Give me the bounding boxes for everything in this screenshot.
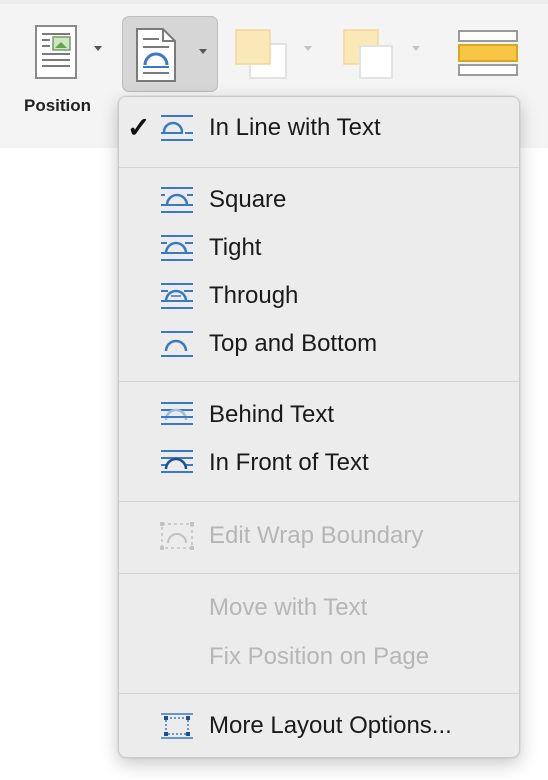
bring-forward-icon	[235, 29, 287, 79]
wrap-inline-icon	[161, 115, 193, 141]
menu-item-more-layout-options[interactable]: More Layout Options...	[119, 705, 519, 745]
menu-item-label: Fix Position on Page	[209, 643, 430, 670]
menu-separator	[119, 501, 519, 502]
menu-item-top-and-bottom[interactable]: Top and Bottom	[119, 323, 519, 363]
menu-item-label: Move with Text	[209, 594, 368, 621]
bring-forward-dropdown-arrow[interactable]	[304, 46, 312, 51]
menu-item-label: Through	[209, 282, 299, 309]
menu-item-label: In Front of Text	[209, 449, 369, 476]
position-dropdown-arrow[interactable]	[94, 46, 102, 51]
wrap-text-dropdown-arrow[interactable]	[199, 49, 207, 54]
wrap-tight-icon	[161, 235, 193, 261]
wrap-top-bottom-icon	[161, 331, 193, 357]
menu-item-label: Top and Bottom	[209, 330, 378, 357]
wrap-behind-icon	[161, 402, 193, 425]
selection-pane-icon	[458, 30, 518, 76]
wrap-through-icon	[161, 283, 193, 309]
menu-item-square[interactable]: Square	[119, 179, 519, 219]
position-icon	[35, 25, 77, 79]
wrap-front-icon	[161, 450, 193, 473]
menu-item-through[interactable]: Through	[119, 275, 519, 315]
layout-options-icon	[161, 713, 193, 739]
wrap-text-button[interactable]	[122, 16, 218, 92]
menu-separator	[119, 381, 519, 382]
send-backward-button[interactable]	[340, 26, 400, 87]
selection-pane-button[interactable]	[456, 28, 522, 87]
menu-item-in-line-with-text[interactable]: ✓ In Line with Text	[119, 107, 519, 147]
menu-item-label: Edit Wrap Boundary	[209, 522, 424, 549]
wrap-text-menu: ✓ In Line with Text Square Tight Through…	[118, 96, 520, 758]
menu-item-label: Tight	[209, 234, 262, 261]
checkmark-icon: ✓	[127, 112, 151, 143]
menu-item-move-with-text[interactable]: Move with Text	[119, 587, 519, 627]
menu-item-label: In Line with Text	[209, 114, 381, 141]
menu-item-label: Behind Text	[209, 401, 334, 428]
menu-item-fix-position-on-page[interactable]: Fix Position on Page	[119, 636, 519, 676]
menu-item-label: More Layout Options...	[209, 712, 452, 739]
menu-separator	[119, 693, 519, 694]
send-backward-dropdown-arrow[interactable]	[412, 46, 420, 51]
position-label: Position	[24, 96, 92, 115]
wrap-text-icon	[136, 28, 176, 82]
menu-item-tight[interactable]: Tight	[119, 227, 519, 267]
send-backward-icon	[343, 29, 393, 79]
position-button[interactable]	[34, 24, 86, 87]
bring-forward-button[interactable]	[232, 26, 292, 87]
wrap-square-icon	[161, 187, 193, 213]
ribbon-top-edge	[0, 0, 548, 4]
menu-separator	[119, 573, 519, 574]
edit-boundary-icon	[160, 522, 194, 550]
menu-item-behind-text[interactable]: Behind Text	[119, 394, 519, 434]
menu-item-label: Square	[209, 186, 287, 213]
menu-separator	[119, 167, 519, 168]
menu-item-edit-wrap-boundary[interactable]: Edit Wrap Boundary	[119, 515, 519, 555]
menu-item-in-front-of-text[interactable]: In Front of Text	[119, 442, 519, 482]
